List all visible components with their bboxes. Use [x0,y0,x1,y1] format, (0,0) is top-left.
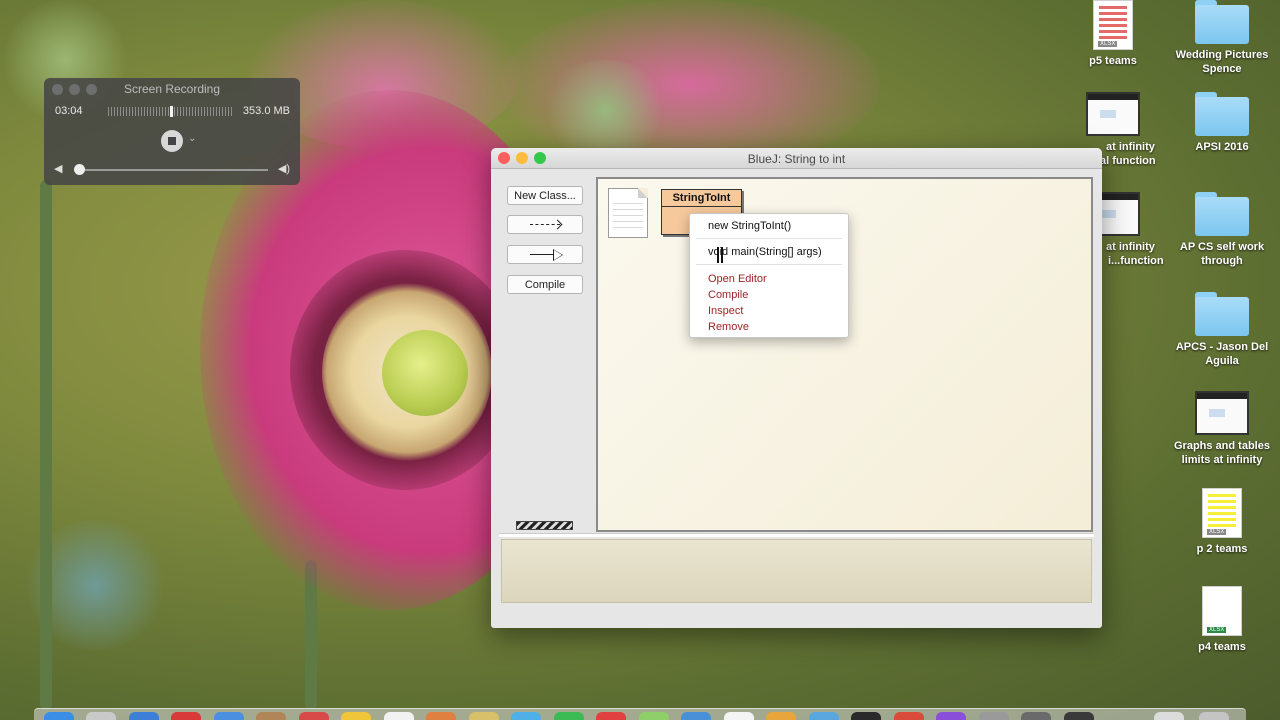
desktop-item-label: p 2 teams [1196,543,1248,555]
recording-file-size: 353.0 MB [242,105,290,117]
desktop-folder-apcs-jason[interactable]: APCS - Jason Del Aguila [1167,292,1277,368]
uses-arrow-button[interactable] [507,215,583,234]
menu-separator [696,238,842,239]
menu-item-remove[interactable]: Remove [708,321,749,333]
wallpaper-bud [540,60,670,160]
folder-icon [1195,0,1249,44]
app-icon[interactable] [299,712,329,720]
class-context-menu[interactable]: new StringToInt() void main(String[] arg… [689,213,849,338]
desktop-item-label: AP CS self work through [1179,241,1265,267]
app-icon[interactable] [1064,712,1094,720]
readme-document-icon[interactable] [608,188,648,238]
desktop-file-p4-teams[interactable]: XLSX p4 teams [1167,586,1277,654]
desktop-folder-apsi-2016[interactable]: APSI 2016 [1167,92,1277,154]
window-titlebar[interactable]: BlueJ: String to int [491,148,1102,169]
desktop-item-label: Graphs and tables limits at infinity [1174,440,1270,466]
folder-icon [1195,92,1249,136]
chevron-down-icon[interactable]: ⌄ [188,133,196,144]
app-icon[interactable] [639,712,669,720]
screenshot-thumbnail-icon [1195,391,1249,435]
volume-low-icon: ◀ [54,163,63,175]
desktop-file-p5-teams[interactable]: XLSX p5 teams [1058,0,1168,68]
desktop-item-label: p5 teams [1089,55,1137,67]
folder-icon [1195,292,1249,336]
notes-icon[interactable] [341,712,371,720]
app-icon[interactable] [724,712,754,720]
finder-icon[interactable] [44,712,74,720]
xlsx-file-icon: XLSX [1202,488,1242,538]
app-icon[interactable] [809,712,839,720]
app-icon[interactable] [469,712,499,720]
compile-button[interactable]: Compile [507,275,583,294]
new-class-button[interactable]: New Class... [507,186,583,205]
volume-high-icon: ◀) [277,163,290,175]
app-icon[interactable] [171,712,201,720]
desktop-item-label: Wedding Pictures Spence [1175,49,1269,75]
desktop-folder-wedding-pictures[interactable]: Wedding Pictures Spence [1167,0,1277,76]
recorder-title: Screen Recording [123,82,221,96]
desktop-item-label: p4 teams [1198,641,1246,653]
text-cursor-icon [717,247,723,263]
wallpaper-stem [40,180,52,710]
trash-icon[interactable] [1199,712,1229,720]
dock[interactable] [34,708,1246,720]
volume-slider[interactable] [78,169,268,171]
class-name: StringToInt [662,190,741,207]
app-icon[interactable] [979,712,1009,720]
dashed-arrow-icon [530,224,560,225]
vm-activity-indicator [516,521,573,530]
inheritance-arrow-icon [530,249,563,261]
app-icon[interactable] [681,712,711,720]
xlsx-file-icon: XLSX [1202,586,1242,636]
launchpad-icon[interactable] [86,712,116,720]
xlsx-file-icon: XLSX [1093,0,1133,50]
desktop-folder-ap-cs-self-work[interactable]: AP CS self work through [1167,192,1277,268]
menu-item-inspect[interactable]: Inspect [708,305,743,317]
app-icon[interactable] [596,712,626,720]
app-icon[interactable] [1021,712,1051,720]
folder-icon [1195,192,1249,236]
wallpaper-seed-pod [382,330,468,416]
messages-icon[interactable] [554,712,584,720]
app-icon[interactable] [511,712,541,720]
screenshot-thumbnail-icon [1086,92,1140,136]
window-title: BlueJ: String to int [747,152,846,166]
inheritance-arrow-button[interactable] [507,245,583,264]
app-icon[interactable] [936,712,966,720]
desktop-screenshot-graphs-tables[interactable]: Graphs and tables limits at infinity [1167,391,1277,467]
menu-item-new-instance[interactable]: new StringToInt() [708,220,791,232]
app-icon[interactable] [256,712,286,720]
object-bench[interactable] [501,539,1092,603]
app-icon[interactable] [426,712,456,720]
menu-item-open-editor[interactable]: Open Editor [708,273,767,285]
app-icon[interactable] [894,712,924,720]
desktop-item-label: APCS - Jason Del Aguila [1175,341,1269,367]
menu-separator [696,264,842,265]
recording-elapsed-time: 03:04 [55,105,83,117]
app-icon[interactable] [766,712,796,720]
menu-item-compile[interactable]: Compile [708,289,748,301]
safari-icon[interactable] [129,712,159,720]
menu-item-main[interactable]: void main(String[] args) [708,246,822,258]
downloads-icon[interactable] [1154,712,1184,720]
calendar-icon[interactable] [384,712,414,720]
terminal-icon[interactable] [851,712,881,720]
app-icon[interactable] [214,712,244,720]
stop-recording-button[interactable] [161,130,183,152]
desktop-file-p2-teams[interactable]: XLSX p 2 teams [1167,488,1277,556]
screen-recording-panel[interactable]: Screen Recording 03:04 353.0 MB ⌄ ◀ ◀) [44,78,300,185]
split-pane-divider[interactable] [499,533,1094,537]
desktop-item-label: APSI 2016 [1195,141,1249,153]
audio-level-meter [108,106,234,117]
volume-slider-knob[interactable] [74,164,85,175]
